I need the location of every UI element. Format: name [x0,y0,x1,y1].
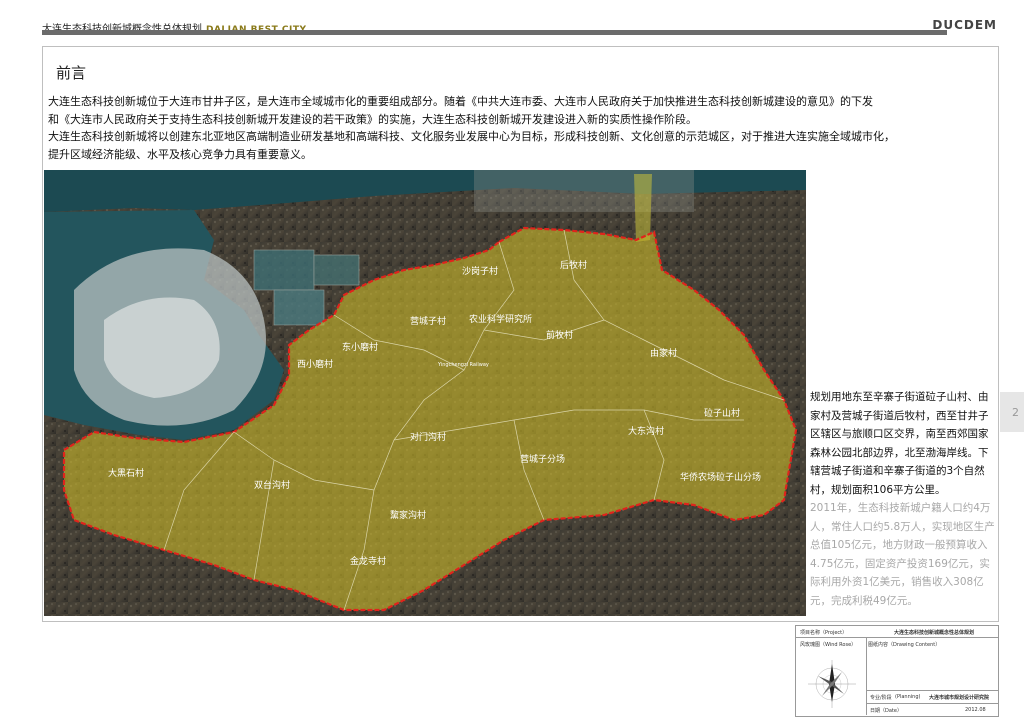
map-label-shagang: 沙岗子村 [462,265,498,277]
coastal-development [474,170,694,212]
side-text-statistics: 2011年，生态科技新城户籍人口约4万人，常住人口约5.8万人，实现地区生产总值… [810,502,995,607]
firm-logo: DUCDEM [932,18,997,32]
map-label-railway: Yingchengzi Railway [437,362,489,368]
page-number-tab: 2 [1000,392,1024,432]
map-label-youjia: 由家村 [650,347,677,359]
tb-project-label: 项目名称（Project） [800,630,848,636]
map-label-duimengou: 对门沟村 [410,431,446,443]
tb-content-label: 图纸内容（Drawing Content） [868,642,941,648]
map-label-nongye: 农业科学研究所 [469,313,532,325]
intro-line-2: 和《大连市人民政府关于支持生态科技创新城开发建设的若干政策》的实施，大连生态科技… [48,112,697,126]
map-label-shuangtai: 双台沟村 [254,479,290,491]
map-label-lijia: 黧家沟村 [390,509,426,521]
page-number: 2 [1012,406,1019,419]
wind-rose-icon [808,660,856,708]
map-label-xixiaomo: 西小磨村 [297,358,333,370]
map-label-houmu: 后牧村 [560,259,587,271]
intro-text: 大连生态科技创新城位于大连市甘井子区，是大连市全域城市化的重要组成部分。随着《中… [48,93,992,163]
tb-discipline-en: (Planning) [895,694,921,700]
header-bar [42,30,947,35]
map-svg: 后牧村沙岗子村营城子村 农业科学研究所东小磨村 前牧村西小磨村 Yingchengzi… [44,170,806,616]
map-label-yingfen: 营城子分场 [520,453,565,465]
title-block-date-row: 日期（Date） 2012.08 [867,703,998,716]
coastal-corridor [634,174,652,242]
title-block-project-row: 项目名称（Project） 大连生态科技创新城概念性总体规划 [796,626,998,638]
title-block: 项目名称（Project） 大连生态科技创新城概念性总体规划 风玫瑰图（Wind… [795,625,999,717]
tb-discipline-label: 专业/阶段 [870,695,892,701]
map-label-dongxiaomo: 东小磨村 [342,341,378,353]
map-label-yingchengzi: 营城子村 [410,315,446,327]
tb-date-label: 日期（Date） [870,708,902,714]
tb-date-value: 2012.08 [965,707,986,713]
title-block-discipline-row: 专业/阶段 (Planning) 大连市城市规划设计研究院 [867,690,998,703]
wind-rose-box: 风玫瑰图（Wind Rose） [796,638,867,715]
intro-line-4: 提升区域经济能级、水平及核心竞争力具有重要意义。 [48,147,312,161]
map-label-jinlong: 金龙寺村 [350,555,386,567]
map-label-shazishan: 砬子山村 [704,407,740,419]
map-label-dadonggou: 大东沟村 [628,425,664,437]
page-header: 大连生态科技创新城概念性总体规划DALIAN BEST CITY DUCDEM [42,18,997,38]
intro-line-3: 大连生态科技创新城将以创建东北亚地区高端制造业研发基地和高端科技、文化服务业发展… [48,130,895,143]
tb-project-value: 大连生态科技创新城概念性总体规划 [893,630,974,636]
satellite-map: 后牧村沙岗子村营城子村 农业科学研究所东小磨村 前牧村西小磨村 Yingchengzi… [44,170,806,616]
side-description: 规划用地东至辛寨子街道砬子山村、由家村及营城子街道后牧村，西至甘井子区辖区与旅顺… [810,388,995,610]
map-label-qianmu: 前牧村 [546,329,573,341]
intro-line-1: 大连生态科技创新城位于大连市甘井子区，是大连市全域城市化的重要组成部分。随着《中… [48,95,873,108]
map-label-huaqiao: 华侨农场砬子山分场 [680,471,761,483]
side-text-boundary: 规划用地东至辛寨子街道砬子山村、由家村及营城子街道后牧村，西至甘井子区辖区与旅顺… [810,391,989,496]
page-title: 前言 [56,64,87,82]
tb-institute: 大连市城市规划设计研究院 [929,695,990,701]
map-label-dahei: 大黑石村 [108,467,144,479]
